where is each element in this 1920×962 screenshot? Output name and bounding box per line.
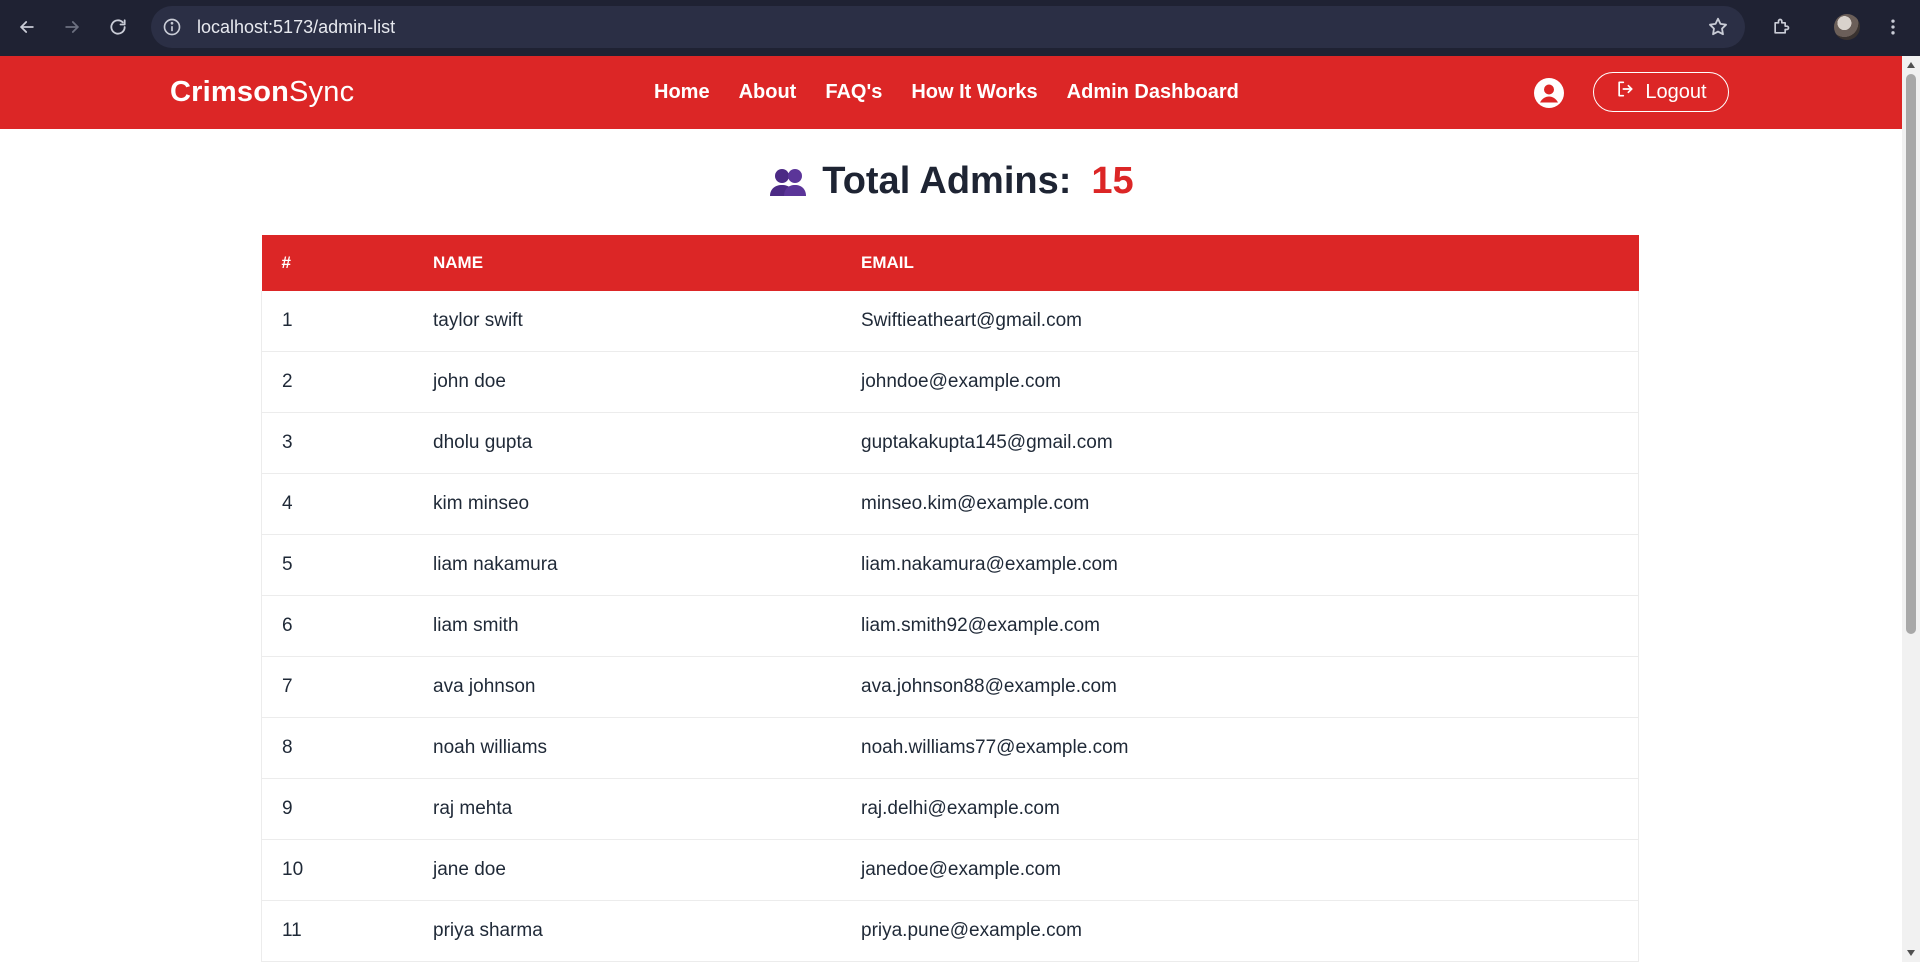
- table-row: 6 liam smith liam.smith92@example.com: [261, 595, 1639, 657]
- cell-name: liam nakamura: [433, 534, 861, 596]
- puzzle-icon[interactable]: [1766, 12, 1796, 42]
- page-scrollbar[interactable]: [1902, 56, 1920, 962]
- column-header-name: NAME: [433, 253, 484, 272]
- cell-name: kim minseo: [433, 473, 861, 535]
- cell-email: raj.delhi@example.com: [861, 778, 1639, 840]
- cell-email: noah.williams77@example.com: [861, 717, 1639, 779]
- table-row: 10 jane doe janedoe@example.com: [261, 839, 1639, 901]
- cell-number: 5: [261, 534, 433, 596]
- table-row: 8 noah williams noah.williams77@example.…: [261, 717, 1639, 779]
- scroll-up-arrow[interactable]: [1907, 62, 1915, 68]
- user-circle-icon[interactable]: [1534, 78, 1564, 108]
- nav-link-about[interactable]: About: [739, 81, 797, 104]
- cell-name: raj mehta: [433, 778, 861, 840]
- arrow-right-icon[interactable]: [57, 12, 87, 42]
- brand-bold-text: Crimson: [170, 76, 290, 108]
- info-icon[interactable]: [161, 16, 183, 38]
- table-row: 3 dholu gupta guptakakupta145@gmail.com: [261, 412, 1639, 474]
- cell-number: 3: [261, 412, 433, 474]
- reload-icon[interactable]: [103, 12, 133, 42]
- cell-name: liam smith: [433, 595, 861, 657]
- table-row: 4 kim minseo minseo.kim@example.com: [261, 473, 1639, 535]
- cell-number: 7: [261, 656, 433, 718]
- browser-toolbar: localhost:5173/admin-list: [0, 0, 1920, 56]
- scroll-thumb[interactable]: [1906, 74, 1916, 634]
- arrow-left-icon[interactable]: [12, 12, 42, 42]
- admin-table-container: # NAME EMAIL 1 taylor swift Swiftieathea…: [261, 235, 1639, 962]
- cell-number: 4: [261, 473, 433, 535]
- total-admins-label: Total Admins:: [822, 160, 1072, 202]
- cell-number: 8: [261, 717, 433, 779]
- cell-number: 9: [261, 778, 433, 840]
- table-row: 1 taylor swift Swiftieatheart@gmail.com: [261, 291, 1639, 352]
- brand-logo[interactable]: CrimsonSync: [170, 56, 354, 129]
- cell-number: 10: [261, 839, 433, 901]
- cell-name: dholu gupta: [433, 412, 861, 474]
- page-title: Total Admins: 15: [0, 160, 1902, 203]
- admin-table: # NAME EMAIL 1 taylor swift Swiftieathea…: [261, 235, 1639, 962]
- column-header-number: #: [281, 253, 291, 272]
- kebab-menu-icon[interactable]: [1878, 12, 1908, 42]
- cell-name: jane doe: [433, 839, 861, 901]
- logout-label: Logout: [1645, 80, 1707, 103]
- cell-email: janedoe@example.com: [861, 839, 1639, 901]
- url-text[interactable]: localhost:5173/admin-list: [197, 6, 395, 48]
- table-row: 7 ava johnson ava.johnson88@example.com: [261, 656, 1639, 718]
- cell-name: taylor swift: [433, 291, 861, 352]
- nav-link-home[interactable]: Home: [654, 81, 710, 104]
- cell-email: liam.smith92@example.com: [861, 595, 1639, 657]
- cell-email: guptakakupta145@gmail.com: [861, 412, 1639, 474]
- cell-email: minseo.kim@example.com: [861, 473, 1639, 535]
- logout-icon: [1615, 79, 1635, 105]
- total-admins-count: 15: [1091, 160, 1134, 202]
- logout-button[interactable]: Logout: [1593, 72, 1729, 112]
- scroll-down-arrow[interactable]: [1907, 950, 1915, 956]
- cell-email: Swiftieatheart@gmail.com: [861, 291, 1639, 352]
- site-navbar: CrimsonSync Home About FAQ's How It Work…: [0, 56, 1902, 129]
- nav-link-admin-dashboard[interactable]: Admin Dashboard: [1067, 81, 1239, 104]
- cell-email: liam.nakamura@example.com: [861, 534, 1639, 596]
- nav-links: Home About FAQ's How It Works Admin Dash…: [654, 56, 1239, 129]
- cell-email: ava.johnson88@example.com: [861, 656, 1639, 718]
- nav-link-how-it-works[interactable]: How It Works: [911, 81, 1037, 104]
- star-icon[interactable]: [1707, 16, 1729, 38]
- people-icon: [768, 162, 808, 202]
- cell-name: noah williams: [433, 717, 861, 779]
- cell-email: priya.pune@example.com: [861, 900, 1639, 962]
- profile-avatar[interactable]: [1834, 14, 1860, 40]
- nav-link-faqs[interactable]: FAQ's: [825, 81, 882, 104]
- cell-name: ava johnson: [433, 656, 861, 718]
- cell-number: 1: [261, 291, 433, 352]
- table-row: 11 priya sharma priya.pune@example.com: [261, 900, 1639, 962]
- cell-number: 6: [261, 595, 433, 657]
- table-row: 9 raj mehta raj.delhi@example.com: [261, 778, 1639, 840]
- address-bar[interactable]: localhost:5173/admin-list: [151, 6, 1745, 48]
- cell-name: priya sharma: [433, 900, 861, 962]
- brand-light-text: Sync: [289, 76, 355, 108]
- cell-email: johndoe@example.com: [861, 351, 1639, 413]
- cell-number: 2: [261, 351, 433, 413]
- table-row: 2 john doe johndoe@example.com: [261, 351, 1639, 413]
- column-header-email: EMAIL: [861, 253, 914, 272]
- table-header-row: # NAME EMAIL: [261, 235, 1639, 291]
- table-row: 5 liam nakamura liam.nakamura@example.co…: [261, 534, 1639, 596]
- cell-name: john doe: [433, 351, 861, 413]
- cell-number: 11: [261, 900, 433, 962]
